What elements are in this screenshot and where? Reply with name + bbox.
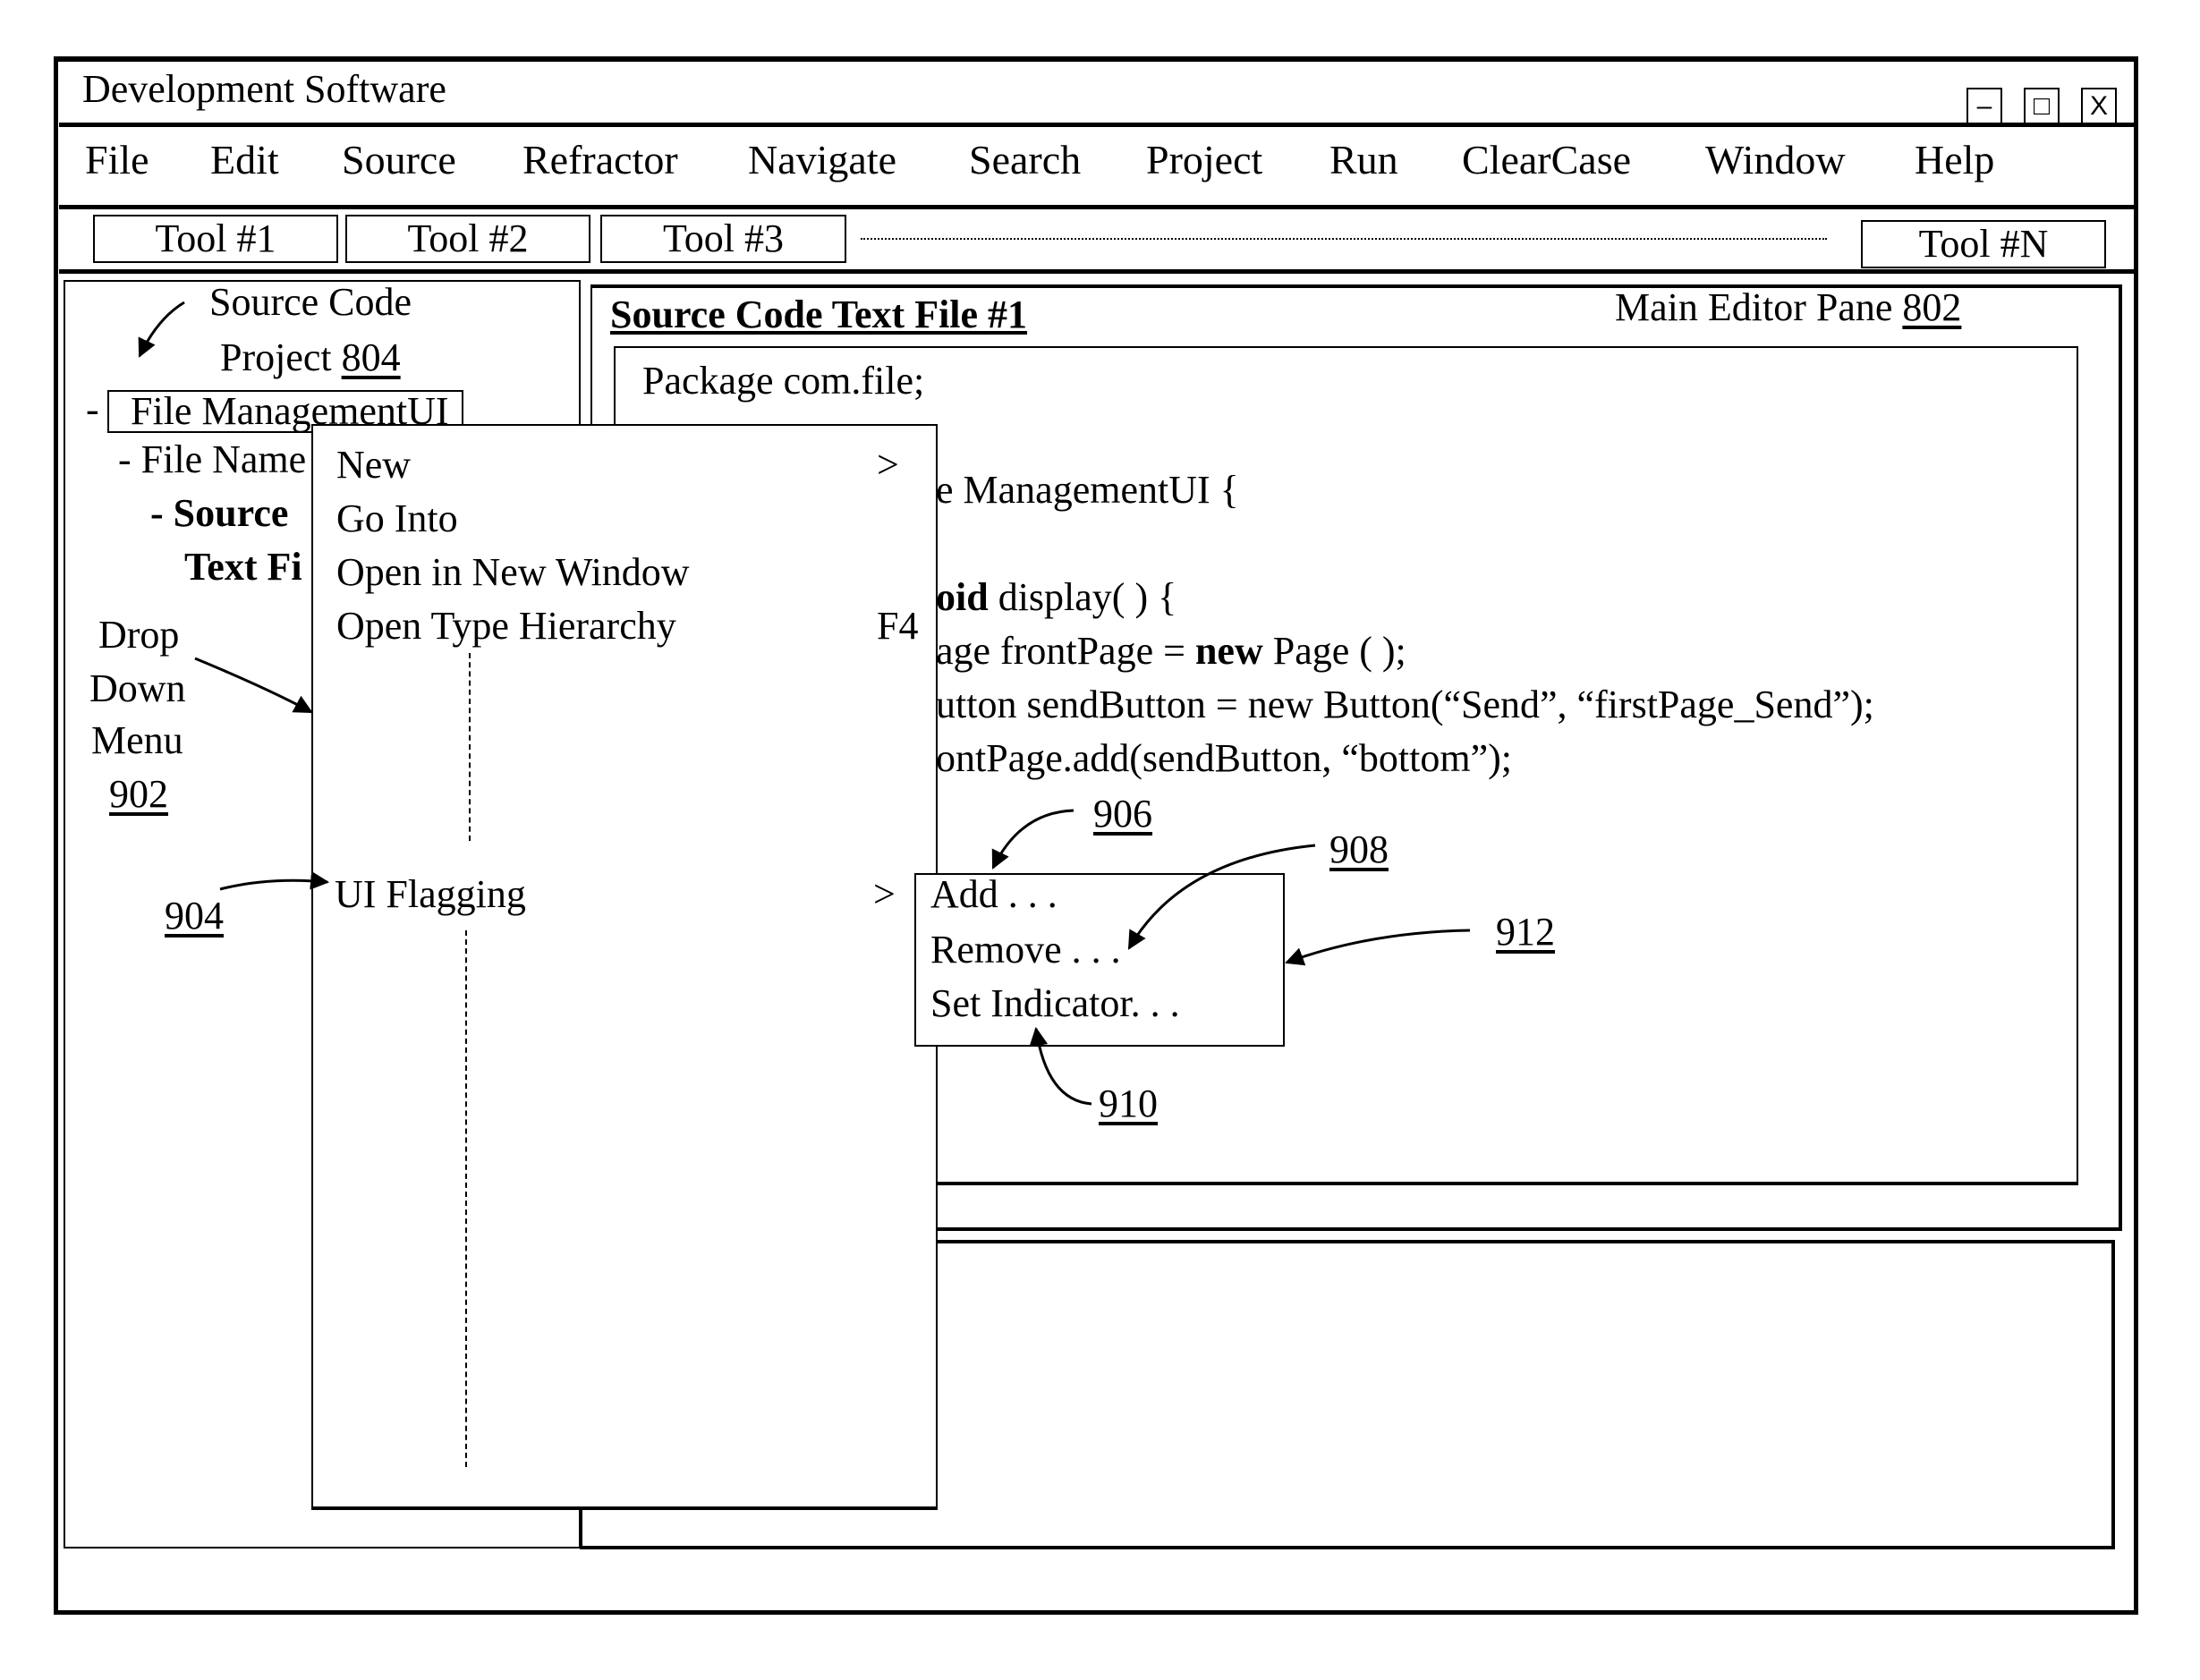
close-icon: X	[2089, 91, 2108, 121]
callout-ref-904: 904	[165, 894, 224, 938]
shortcut-f4: F4	[877, 604, 919, 648]
tool-3-button[interactable]: Tool #3	[600, 215, 846, 263]
tool-n-button[interactable]: Tool #N	[1861, 220, 2106, 268]
tool-2-button[interactable]: Tool #2	[345, 215, 590, 263]
menu-run[interactable]: Run	[1329, 136, 1398, 183]
menu-item-ui-flagging[interactable]: UI Flagging	[335, 871, 526, 917]
tree-root-expander[interactable]: -	[86, 386, 99, 432]
maximize-icon: □	[2033, 91, 2051, 121]
menu-help[interactable]: Help	[1915, 136, 1994, 183]
menu-source[interactable]: Source	[342, 136, 456, 183]
project-pane-label: Source Code	[209, 280, 412, 324]
editor-pane-ref: 802	[1902, 285, 1962, 329]
menu-item-new[interactable]: New	[336, 442, 411, 488]
editor-pane-label-text: Main Editor Pane	[1615, 285, 1903, 329]
code-line-1: Package com.file;	[642, 359, 925, 403]
project-label-text: Project	[220, 335, 342, 379]
editor-tab-title[interactable]: Source Code Text File #1	[610, 292, 1027, 337]
toolbar-ellipsis-line	[861, 238, 1827, 240]
callout-ref-902: 902	[109, 772, 168, 816]
menu-search[interactable]: Search	[969, 136, 1081, 183]
menu-clearcase[interactable]: ClearCase	[1462, 136, 1631, 183]
code-line-3-rest: display( ) {	[988, 575, 1177, 619]
code-line-6: ontPage.add(sendButton, “bottom”);	[936, 736, 1512, 780]
tree-item-file-name[interactable]: - File Name	[118, 437, 306, 482]
callout-dropdown-label-1: Drop	[98, 613, 180, 657]
menu-refractor[interactable]: Refractor	[522, 136, 678, 183]
callout-ref-908: 908	[1329, 827, 1389, 871]
submenu-item-add[interactable]: Add . . .	[930, 871, 1058, 917]
menu-project[interactable]: Project	[1146, 136, 1262, 183]
submenu-arrow-icon: >	[877, 443, 899, 487]
code-line-4-a: age frontPage =	[936, 629, 1195, 673]
maximize-button[interactable]: □	[2024, 88, 2060, 125]
code-line-3: oid display( ) {	[936, 574, 1176, 620]
submenu-item-set-indicator[interactable]: Set Indicator. . .	[930, 980, 1180, 1026]
code-line-2: e ManagementUI {	[936, 468, 1239, 512]
menu-continuation-dashes	[469, 653, 471, 841]
close-button[interactable]: X	[2081, 88, 2117, 125]
callout-dropdown-label-2: Down	[89, 666, 186, 710]
callout-ref-906: 906	[1093, 792, 1152, 836]
editor-pane-label: Main Editor Pane 802	[1615, 284, 1961, 330]
project-pane-label-2: Project 804	[220, 335, 401, 380]
code-keyword-new: new	[1194, 629, 1263, 673]
menu-item-go-into[interactable]: Go Into	[336, 496, 458, 541]
code-keyword-void: oid	[936, 575, 989, 619]
minimize-icon: –	[1976, 91, 1992, 121]
menu-navigate[interactable]: Navigate	[748, 136, 896, 183]
menu-item-open-in-new-window[interactable]: Open in New Window	[336, 549, 690, 595]
menu-continuation-dashes	[465, 930, 467, 1467]
code-line-4: age frontPage = new Page ( );	[936, 628, 1406, 674]
submenu-item-remove[interactable]: Remove . . .	[930, 927, 1121, 972]
menu-file[interactable]: File	[85, 136, 149, 183]
project-ref: 804	[341, 335, 401, 379]
callout-dropdown-label-3: Menu	[91, 718, 183, 762]
window-title: Development Software	[82, 67, 446, 111]
tree-item-source-text-file-line2: Text Fi	[184, 545, 302, 589]
menu-edit[interactable]: Edit	[210, 136, 279, 183]
tree-item-source-text-file[interactable]: - Source	[150, 490, 288, 536]
callout-ref-910: 910	[1099, 1082, 1158, 1125]
code-line-4-b: Page ( );	[1262, 629, 1406, 673]
tool-1-button[interactable]: Tool #1	[93, 215, 338, 263]
menu-window[interactable]: Window	[1705, 136, 1846, 183]
minimize-button[interactable]: –	[1966, 88, 2002, 125]
code-line-5: utton sendButton = new Button(“Send”, “f…	[936, 683, 1874, 726]
submenu-arrow-icon: >	[873, 872, 896, 916]
callout-ref-912: 912	[1496, 910, 1555, 954]
menu-item-open-type-hierarchy[interactable]: Open Type Hierarchy	[336, 603, 676, 649]
